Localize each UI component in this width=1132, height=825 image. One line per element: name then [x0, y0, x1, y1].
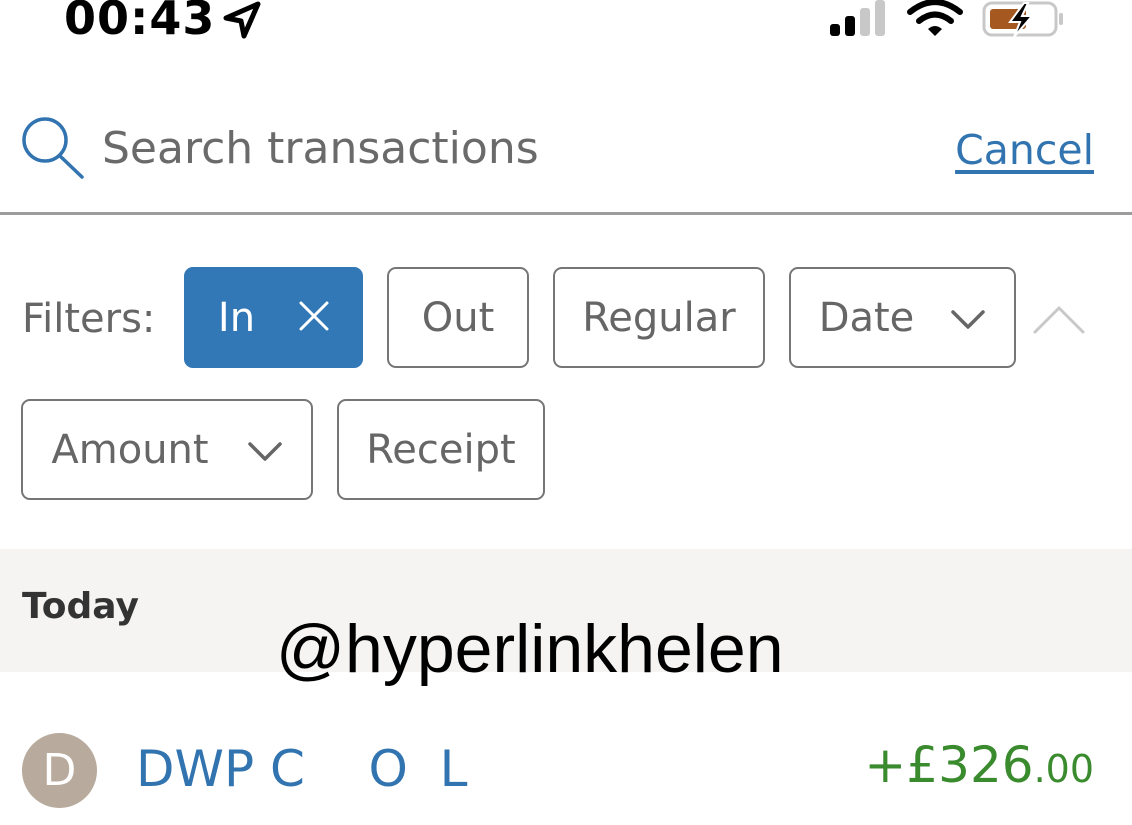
- status-time: 00:43: [64, 0, 216, 45]
- chevron-down-icon: [247, 427, 283, 473]
- transaction-name[interactable]: DWP C O L: [136, 740, 467, 798]
- filter-chip-out[interactable]: Out: [387, 267, 529, 368]
- filters-label: Filters:: [22, 296, 156, 342]
- amount-main: +£326: [864, 736, 1034, 794]
- divider: [0, 212, 1132, 215]
- chevron-up-icon[interactable]: [1032, 302, 1086, 341]
- location-arrow-icon: [222, 0, 262, 45]
- section-title: Today: [22, 586, 139, 627]
- filter-chip-label: Regular: [582, 294, 736, 341]
- filter-chip-receipt[interactable]: Receipt: [337, 399, 545, 500]
- battery-charging-icon: [982, 0, 1066, 45]
- filter-chip-label: Amount: [51, 426, 209, 473]
- transaction-amount: +£326.00: [864, 736, 1094, 794]
- search-input[interactable]: [102, 118, 802, 178]
- search-icon[interactable]: [20, 115, 86, 186]
- avatar: D: [22, 733, 97, 808]
- filter-chip-label: Date: [818, 294, 915, 341]
- cancel-button[interactable]: Cancel: [955, 126, 1094, 174]
- close-icon[interactable]: [299, 295, 329, 341]
- filter-chip-label: In: [217, 294, 256, 341]
- avatar-letter: D: [42, 745, 77, 796]
- watermark-text: @hyperlinkhelen: [276, 611, 784, 687]
- wifi-icon: [906, 0, 964, 43]
- filter-chip-amount[interactable]: Amount: [21, 399, 313, 500]
- filter-chip-label: Receipt: [366, 426, 516, 473]
- filter-chip-in[interactable]: In: [184, 267, 363, 368]
- signal-icon: [828, 0, 890, 43]
- filter-chip-label: Out: [421, 294, 495, 341]
- filter-chip-date[interactable]: Date: [789, 267, 1016, 368]
- chevron-down-icon: [950, 295, 986, 341]
- filter-chip-regular[interactable]: Regular: [553, 267, 765, 368]
- amount-pence: .00: [1033, 747, 1094, 791]
